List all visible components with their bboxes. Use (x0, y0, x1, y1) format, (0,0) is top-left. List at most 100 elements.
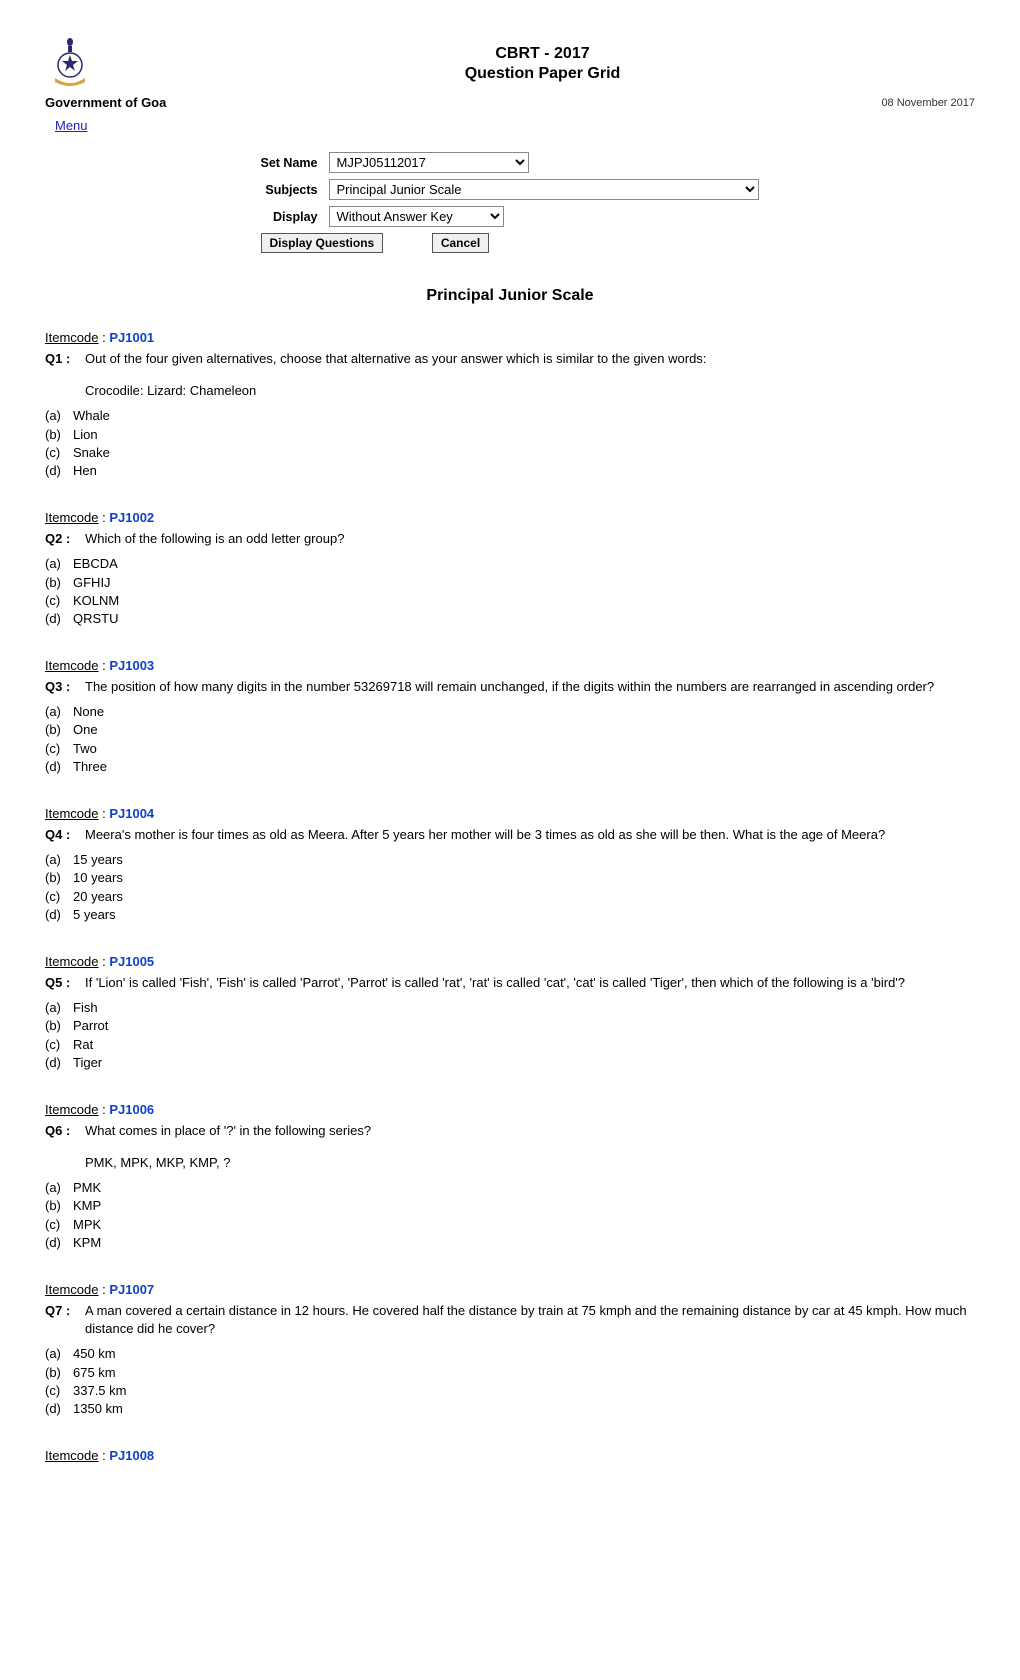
page-title-line2: Question Paper Grid (110, 65, 975, 83)
setname-select[interactable]: MJPJ05112017 (329, 152, 529, 173)
option-text: Tiger (73, 1054, 975, 1072)
menu-link[interactable]: Menu (55, 118, 88, 133)
option-text: 5 years (73, 906, 975, 924)
question-block: Itemcode : PJ1005Q5 :If 'Lion' is called… (45, 954, 975, 1072)
option-text: Two (73, 740, 975, 758)
question-number: Q5 : (45, 973, 85, 993)
option-text: KPM (73, 1234, 975, 1252)
option-letter: (d) (45, 462, 73, 480)
page-title-line1: CBRT - 2017 (110, 45, 975, 63)
question-extra: PMK, MPK, MKP, KMP, ? (85, 1154, 975, 1172)
option-text: Fish (73, 999, 975, 1017)
question-extra: Crocodile: Lizard: Chameleon (85, 382, 975, 400)
gov-emblem-icon (45, 30, 95, 90)
option-text: Three (73, 758, 975, 776)
option-letter: (b) (45, 1197, 73, 1215)
option-letter: (c) (45, 1036, 73, 1054)
date-label: 08 November 2017 (881, 97, 975, 109)
option-letter: (a) (45, 703, 73, 721)
question-text: The position of how many digits in the n… (85, 677, 975, 697)
option-text: KMP (73, 1197, 975, 1215)
itemcode-label: Itemcode (45, 954, 98, 969)
option-text: MPK (73, 1216, 975, 1234)
subject-heading: Principal Junior Scale (45, 287, 975, 305)
option-text: One (73, 721, 975, 739)
itemcode-value[interactable]: PJ1008 (109, 1448, 154, 1463)
itemcode-label: Itemcode (45, 1448, 98, 1463)
option-letter: (b) (45, 721, 73, 739)
option-letter: (a) (45, 1179, 73, 1197)
option-letter: (c) (45, 888, 73, 906)
option-letter: (d) (45, 1054, 73, 1072)
question-block: Itemcode : PJ1003Q3 :The position of how… (45, 658, 975, 776)
question-number: Q4 : (45, 825, 85, 845)
option-letter: (c) (45, 740, 73, 758)
question-text: What comes in place of '?' in the follow… (85, 1121, 975, 1173)
itemcode-label: Itemcode (45, 1102, 98, 1117)
option-letter: (b) (45, 1017, 73, 1035)
option-text: Whale (73, 407, 975, 425)
subjects-select[interactable]: Principal Junior Scale (329, 179, 759, 200)
question-block: Itemcode : PJ1007Q7 :A man covered a cer… (45, 1282, 975, 1418)
option-text: None (73, 703, 975, 721)
option-text: Lion (73, 426, 975, 444)
option-text: QRSTU (73, 610, 975, 628)
question-text: Out of the four given alternatives, choo… (85, 349, 975, 401)
option-letter: (c) (45, 444, 73, 462)
itemcode-value[interactable]: PJ1005 (109, 954, 154, 969)
option-text: Rat (73, 1036, 975, 1054)
question-number: Q6 : (45, 1121, 85, 1173)
option-letter: (c) (45, 1382, 73, 1400)
display-label: Display (257, 204, 324, 229)
option-letter: (d) (45, 758, 73, 776)
option-text: 15 years (73, 851, 975, 869)
option-letter: (b) (45, 1364, 73, 1382)
option-letter: (b) (45, 426, 73, 444)
option-text: Snake (73, 444, 975, 462)
option-text: 337.5 km (73, 1382, 975, 1400)
question-block: Itemcode : PJ1008 (45, 1448, 975, 1463)
option-text: GFHIJ (73, 574, 975, 592)
option-text: 1350 km (73, 1400, 975, 1418)
option-letter: (d) (45, 610, 73, 628)
option-text: 450 km (73, 1345, 975, 1363)
question-number: Q2 : (45, 529, 85, 549)
itemcode-value[interactable]: PJ1001 (109, 330, 154, 345)
option-text: Hen (73, 462, 975, 480)
question-block: Itemcode : PJ1004Q4 :Meera's mother is f… (45, 806, 975, 924)
option-letter: (d) (45, 1234, 73, 1252)
option-letter: (c) (45, 1216, 73, 1234)
itemcode-value[interactable]: PJ1006 (109, 1102, 154, 1117)
question-block: Itemcode : PJ1001Q1 :Out of the four giv… (45, 330, 975, 480)
option-letter: (d) (45, 906, 73, 924)
setname-label: Set Name (257, 150, 324, 175)
itemcode-value[interactable]: PJ1007 (109, 1282, 154, 1297)
controls-panel: Set Name MJPJ05112017 Subjects Principal… (255, 148, 766, 257)
option-text: Parrot (73, 1017, 975, 1035)
display-select[interactable]: Without Answer Key (329, 206, 504, 227)
itemcode-value[interactable]: PJ1004 (109, 806, 154, 821)
question-text: Which of the following is an odd letter … (85, 529, 975, 549)
itemcode-value[interactable]: PJ1003 (109, 658, 154, 673)
option-letter: (a) (45, 999, 73, 1017)
option-letter: (a) (45, 1345, 73, 1363)
itemcode-label: Itemcode (45, 658, 98, 673)
cancel-button[interactable]: Cancel (432, 233, 489, 253)
display-questions-button[interactable]: Display Questions (261, 233, 384, 253)
question-text: If 'Lion' is called 'Fish', 'Fish' is ca… (85, 973, 975, 993)
itemcode-value[interactable]: PJ1002 (109, 510, 154, 525)
question-text: A man covered a certain distance in 12 h… (85, 1301, 975, 1339)
option-text: 20 years (73, 888, 975, 906)
question-text: Meera's mother is four times as old as M… (85, 825, 975, 845)
itemcode-label: Itemcode (45, 510, 98, 525)
subjects-label: Subjects (257, 177, 324, 202)
option-text: EBCDA (73, 555, 975, 573)
option-letter: (c) (45, 592, 73, 610)
option-letter: (b) (45, 869, 73, 887)
itemcode-label: Itemcode (45, 330, 98, 345)
itemcode-label: Itemcode (45, 1282, 98, 1297)
option-letter: (d) (45, 1400, 73, 1418)
option-text: 10 years (73, 869, 975, 887)
option-letter: (b) (45, 574, 73, 592)
option-letter: (a) (45, 555, 73, 573)
